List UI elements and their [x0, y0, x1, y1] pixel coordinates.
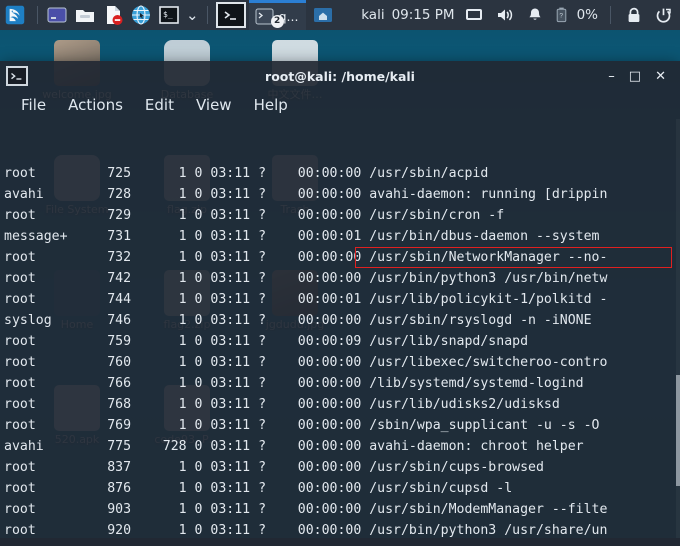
process-row: root 876 1 0 03:11 ? 00:00:00 /usr/sbin/… [4, 481, 513, 496]
web-browser-icon[interactable] [127, 2, 155, 28]
workspace-home-icon[interactable] [310, 2, 336, 28]
top-panel: $_ ⌄ 2 q... kali 09:15 PM ? 0% [0, 0, 680, 30]
process-row: root 768 1 0 03:11 ? 00:00:00 /usr/lib/u… [4, 397, 560, 412]
process-row: root 766 1 0 03:11 ? 00:00:00 /lib/syste… [4, 376, 584, 391]
window-controls: – □ ✕ [608, 70, 674, 83]
process-row: root 732 1 0 03:11 ? 00:00:00 /usr/sbin/… [4, 250, 608, 265]
file-manager-icon[interactable] [71, 2, 99, 28]
panel-separator-3 [610, 6, 611, 24]
terminal-tray-button[interactable] [213, 2, 249, 28]
process-list: root 725 1 0 03:11 ? 00:00:00 /usr/sbin/… [4, 163, 680, 546]
window-count-badge: 2 [270, 15, 284, 28]
process-row: message+ 731 1 0 03:11 ? 00:00:01 /usr/b… [4, 229, 600, 244]
process-row: root 729 1 0 03:11 ? 00:00:00 /usr/sbin/… [4, 208, 505, 223]
volume-icon[interactable] [493, 2, 517, 28]
chevron-down-glyph: ⌄ [186, 5, 199, 24]
kali-dragon-logo[interactable] [2, 2, 28, 28]
username-label: kali [361, 7, 385, 23]
process-row: avahi 775 728 0 03:11 ? 00:00:00 avahi-d… [4, 439, 584, 454]
terminal-icon [6, 66, 28, 86]
menu-item-help[interactable]: Help [243, 94, 299, 116]
terminal-tray-icon [215, 2, 246, 28]
process-row: root 759 1 0 03:11 ? 00:00:09 /usr/lib/s… [4, 334, 529, 349]
bell-icon[interactable] [524, 2, 546, 28]
close-button[interactable]: ✕ [655, 70, 666, 83]
process-row: root 903 1 0 03:11 ? 00:00:00 /usr/sbin/… [4, 502, 608, 517]
menu-item-view[interactable]: View [185, 94, 243, 116]
process-row: root 725 1 0 03:11 ? 00:00:00 /usr/sbin/… [4, 166, 489, 181]
process-row: root 769 1 0 03:11 ? 00:00:00 /sbin/wpa_… [4, 418, 600, 433]
process-row: root 742 1 0 03:11 ? 00:00:00 /usr/bin/p… [4, 271, 608, 286]
process-row: root 744 1 0 03:11 ? 00:00:01 /usr/lib/p… [4, 292, 608, 307]
battery-percent-label: 0% [576, 7, 598, 23]
menu-bar: File Actions Edit View Help [0, 91, 680, 119]
display-icon[interactable] [462, 2, 486, 28]
system-tray: kali 09:15 PM ? 0% [361, 2, 680, 28]
minimize-button[interactable]: – [608, 70, 615, 83]
kali-dragon-icon [5, 5, 25, 25]
scrollbar-thumb[interactable] [676, 375, 680, 487]
process-row: avahi 728 1 0 03:11 ? 00:00:00 avahi-dae… [4, 187, 608, 202]
menu-item-file[interactable]: File [10, 94, 57, 116]
chevron-down-icon[interactable]: ⌄ [183, 2, 202, 28]
lock-icon[interactable] [623, 2, 645, 28]
process-row: root 837 1 0 03:11 ? 00:00:00 /usr/sbin/… [4, 460, 544, 475]
process-row: root 760 1 0 03:11 ? 00:00:00 /usr/libex… [4, 355, 608, 370]
window-titlebar[interactable]: root@kali: /home/kali – □ ✕ [0, 61, 680, 91]
svg-text:$_: $_ [163, 10, 173, 19]
window-title: root@kali: /home/kali [265, 68, 415, 84]
clock-label[interactable]: 09:15 PM [392, 7, 455, 23]
battery-icon[interactable]: ? [553, 2, 570, 28]
panel-separator-2 [206, 6, 208, 24]
window-bottom-edge [0, 538, 680, 546]
maximize-button[interactable]: □ [629, 70, 641, 83]
terminal-window[interactable]: root@kali: /home/kali – □ ✕ File Actions E… [0, 61, 680, 546]
logout-icon[interactable] [652, 2, 675, 28]
svg-text:?: ? [559, 13, 563, 20]
text-editor-icon[interactable] [99, 2, 127, 28]
menu-item-actions[interactable]: Actions [57, 94, 134, 116]
panel-separator-1 [37, 6, 38, 24]
menu-item-edit[interactable]: Edit [134, 94, 185, 116]
terminal-scrollbar[interactable] [676, 119, 680, 546]
taskbar-window-button[interactable]: 2 q... [248, 0, 307, 30]
terminal-icon[interactable]: $_ [155, 2, 183, 28]
show-desktop-icon[interactable] [43, 2, 71, 28]
terminal-screen[interactable]: root 725 1 0 03:11 ? 00:00:00 /usr/sbin/… [0, 119, 680, 546]
process-row: syslog 746 1 0 03:11 ? 00:00:00 /usr/sbi… [4, 313, 592, 328]
